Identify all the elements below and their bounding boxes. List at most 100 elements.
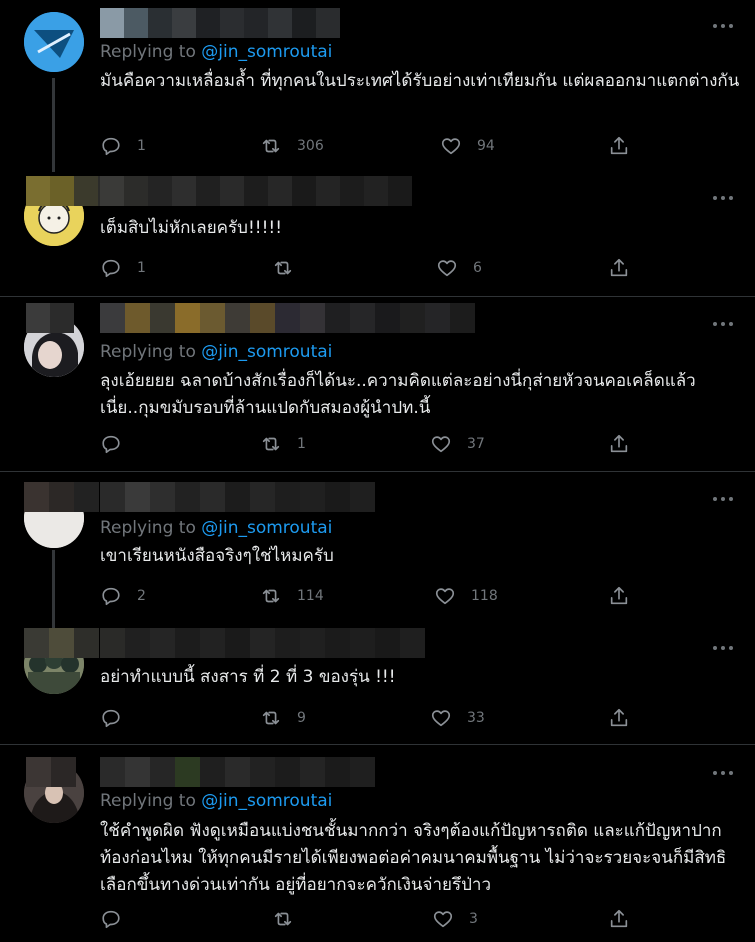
heart-icon: [437, 260, 457, 277]
more-icon[interactable]: [713, 643, 733, 653]
reply-button[interactable]: 1: [100, 134, 146, 158]
reply-icon: [102, 435, 120, 454]
display-name-pixelated[interactable]: [26, 303, 74, 333]
retweet-count: 9: [297, 710, 306, 726]
display-name-pixelated[interactable]: [100, 176, 412, 206]
like-count: 118: [471, 588, 498, 604]
replying-to-label: Replying to: [100, 791, 196, 811]
display-name-pixelated[interactable]: [100, 628, 425, 658]
reply-handle-link[interactable]: @jin_somroutai: [201, 342, 332, 362]
retweet-button[interactable]: 306: [260, 134, 324, 158]
share-icon: [610, 586, 628, 605]
retweet-icon: [262, 589, 280, 603]
share-button[interactable]: [608, 134, 630, 158]
replying-to: Replying to @jin_somroutai: [100, 791, 332, 811]
tweet-text: ใช้คำพูดผิด ฟังดูเหมือนแบ่งชนชั้นมากกว่า…: [100, 821, 727, 895]
like-button[interactable]: 118: [434, 584, 498, 608]
avatar-image: [24, 12, 84, 72]
display-name-pixelated[interactable]: [100, 757, 375, 787]
more-icon[interactable]: [713, 494, 733, 504]
reply-button[interactable]: 1: [100, 256, 146, 280]
like-button[interactable]: 6: [436, 256, 482, 280]
reply-button[interactable]: [100, 706, 137, 730]
replying-to: Replying to @jin_somroutai: [100, 342, 332, 362]
tweet-text: เขาเรียนหนังสือจริงๆใช่ไหมครับ: [100, 546, 334, 566]
share-button[interactable]: [608, 432, 630, 456]
reply-handle-link[interactable]: @jin_somroutai: [201, 791, 332, 811]
avatar[interactable]: [24, 12, 84, 72]
share-button[interactable]: [608, 584, 630, 608]
reply-button[interactable]: [100, 432, 137, 456]
replying-to: Replying to @jin_somroutai: [100, 518, 332, 538]
retweet-icon: [262, 437, 280, 451]
display-name-pixelated[interactable]: [24, 628, 99, 658]
tweet-text: เต็มสิบไม่หักเลยครับ!!!!!: [100, 218, 283, 238]
share-icon: [610, 434, 628, 453]
more-icon[interactable]: [713, 193, 733, 203]
retweet-count: 306: [297, 138, 324, 154]
like-button[interactable]: 3: [432, 907, 478, 931]
tweet[interactable]: เต็มสิบไม่หักเลยครับ!!!!! 1 6: [0, 172, 755, 296]
like-count: 94: [477, 138, 495, 154]
retweet-icon: [274, 912, 292, 926]
tweet-actions: 9 33: [100, 706, 640, 730]
replying-to-label: Replying to: [100, 342, 196, 362]
retweet-icon: [262, 139, 280, 153]
like-count: 33: [467, 710, 485, 726]
display-name-pixelated[interactable]: [100, 482, 375, 512]
share-icon: [610, 258, 628, 277]
tweet-text: อย่าทำแบบนี้ สงสาร ที่ 2 ที่ 3 ของรุ่น !…: [100, 667, 396, 687]
retweet-count: 114: [297, 588, 324, 604]
reply-handle-link[interactable]: @jin_somroutai: [201, 518, 332, 538]
retweet-icon: [274, 261, 292, 275]
tweet-actions: 3: [100, 907, 640, 931]
retweet-button[interactable]: 9: [260, 706, 306, 730]
heart-icon: [431, 436, 451, 453]
reply-button[interactable]: [100, 907, 137, 931]
like-count: 6: [473, 260, 482, 276]
tweet[interactable]: อย่าทำแบบนี้ สงสาร ที่ 2 ที่ 3 ของรุ่น !…: [0, 620, 755, 744]
display-name-pixelated[interactable]: [100, 303, 475, 333]
reply-icon: [102, 910, 120, 929]
reply-button[interactable]: 2: [100, 584, 146, 608]
heart-icon: [435, 588, 455, 605]
more-icon[interactable]: [713, 319, 733, 329]
tweet-actions: 2 114 118: [100, 584, 640, 608]
share-icon: [610, 708, 628, 727]
heart-icon: [441, 138, 461, 155]
retweet-button[interactable]: [272, 256, 309, 280]
tweet-actions: 1 6: [100, 256, 640, 280]
reply-icon: [102, 587, 120, 606]
reply-handle-link[interactable]: @jin_somroutai: [201, 42, 332, 62]
retweet-button[interactable]: [272, 907, 309, 931]
more-icon[interactable]: [713, 768, 733, 778]
like-count: 3: [469, 911, 478, 927]
tweet-actions: 1 306 94: [100, 134, 640, 158]
tweet-text: มันคือความเหลื่อมล้ำ ที่ทุกคนในประเทศได้…: [100, 71, 740, 91]
heart-icon: [433, 911, 453, 928]
like-button[interactable]: 94: [440, 134, 495, 158]
retweet-button[interactable]: 1: [260, 432, 306, 456]
retweet-icon: [262, 711, 280, 725]
retweet-button[interactable]: 114: [260, 584, 324, 608]
tweet[interactable]: Replying to @jin_somroutai ลุงเอ้ยยยย ฉล…: [0, 297, 755, 471]
tweet[interactable]: Replying to @jin_somroutai เขาเรียนหนังส…: [0, 472, 755, 620]
reply-icon: [102, 709, 120, 728]
like-button[interactable]: 37: [430, 432, 485, 456]
display-name-pixelated[interactable]: [100, 8, 340, 38]
display-name-pixelated[interactable]: [26, 757, 76, 787]
tweet-actions: 1 37: [100, 432, 640, 456]
retweet-count: 1: [297, 436, 306, 452]
display-name-pixelated[interactable]: [24, 482, 99, 512]
share-button[interactable]: [608, 706, 630, 730]
replying-to-label: Replying to: [100, 42, 196, 62]
share-button[interactable]: [608, 907, 630, 931]
like-button[interactable]: 33: [430, 706, 485, 730]
tweet-text: ลุงเอ้ยยยย ฉลาดบ้างสักเรื่องก็ได้นะ..ควา…: [100, 371, 696, 418]
reply-icon: [102, 259, 120, 278]
tweet[interactable]: Replying to @jin_somroutai มันคือความเหล…: [0, 0, 755, 172]
tweet[interactable]: Replying to @jin_somroutai ใช้คำพูดผิด ฟ…: [0, 745, 755, 942]
share-button[interactable]: [608, 256, 630, 280]
more-icon[interactable]: [713, 21, 733, 31]
like-count: 37: [467, 436, 485, 452]
